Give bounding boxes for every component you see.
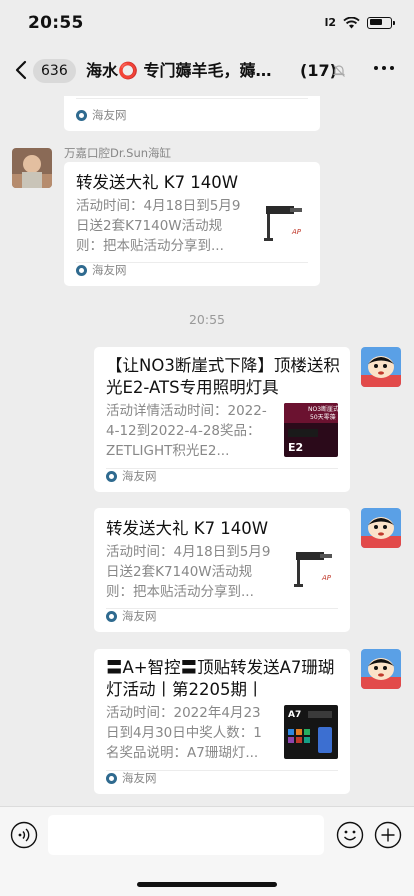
sender-name: 万嘉口腔Dr.Sun海缸 <box>64 146 172 160</box>
haiyou-logo-icon <box>76 264 87 276</box>
card-description: 活动时间：4月18日到5月9日送2套K7140W活动规则：把本贴活动分享到... <box>106 544 271 600</box>
card-description: 活动详情活动时间：2022-4-12到2022-4-28奖品：ZETLIGHT积… <box>106 403 267 459</box>
chat-header: 636 海水⭕ 专门薅羊毛，薅… (17) <box>0 46 414 96</box>
svg-text:AP: AP <box>291 228 302 236</box>
card-thumbnail: AP <box>256 198 310 252</box>
wifi-icon <box>343 16 360 28</box>
card-description: 活动时间：2022年4月23日到4月30日中奖人数：1名奖品说明：A7珊瑚灯..… <box>106 705 262 761</box>
link-card[interactable]: 〓A+智控〓顶贴转发送A7珊瑚灯活动丨第2205期丨 活动时间：2022年4月2… <box>94 649 350 794</box>
avatar[interactable] <box>361 347 401 387</box>
card-description: 活动时间：4月18日到5月9日送2套K7140W活动规则：把本贴活动分享到... <box>76 198 241 254</box>
link-card[interactable]: 海友网 <box>64 96 320 131</box>
card-thumbnail: NO3断崖式 50天零藻 E2 <box>284 403 338 457</box>
card-source: 海友网 <box>76 262 127 278</box>
home-indicator[interactable] <box>137 882 277 887</box>
thumb-caption-2: 50天零藻 <box>310 413 336 421</box>
link-card[interactable]: 转发送大礼 K7 140W 活动时间：4月18日到5月9日送2套K7140W活动… <box>94 508 350 632</box>
card-title: 〓A+智控〓顶贴转发送A7珊瑚灯活动丨第2205期丨 <box>106 658 335 699</box>
card-divider <box>76 98 308 99</box>
avatar[interactable] <box>361 649 401 689</box>
mute-icon <box>333 65 345 77</box>
plus-icon[interactable] <box>374 821 402 849</box>
link-card[interactable]: 转发送大礼 K7 140W 活动时间：4月18日到5月9日送2套K7140W活动… <box>64 162 320 286</box>
haiyou-logo-icon <box>106 470 117 482</box>
message-list[interactable]: 海友网 万嘉口腔Dr.Sun海缸 转发送大礼 K7 140W 活动时间：4月18… <box>0 96 414 806</box>
emoji-icon[interactable] <box>336 821 364 849</box>
chat-title: 海水⭕ 专门薅羊毛，薅… <box>86 61 272 80</box>
card-title: 转发送大礼 K7 140W <box>76 173 239 192</box>
haiyou-logo-icon <box>106 772 117 784</box>
card-source: 海友网 <box>106 608 157 624</box>
back-chevron-icon[interactable] <box>12 58 32 82</box>
card-title: 转发送大礼 K7 140W <box>106 519 269 538</box>
signal-label: l2 <box>324 16 336 29</box>
svg-text:AP: AP <box>321 574 332 582</box>
thumb-model: A7 <box>288 710 301 720</box>
link-card[interactable]: 【让NO3断崖式下降】顶楼送积光E2-ATS专用照明灯具 活动详情活动时间：20… <box>94 347 350 492</box>
haiyou-logo-icon <box>76 109 87 121</box>
time-separator: 20:55 <box>188 312 226 327</box>
card-source-label: 海友网 <box>92 263 127 277</box>
card-source-label: 海友网 <box>92 108 127 122</box>
card-source-label: 海友网 <box>122 609 157 623</box>
card-title: 【让NO3断崖式下降】顶楼送积光E2-ATS专用照明灯具 <box>106 356 340 397</box>
card-source: 海友网 <box>106 468 157 484</box>
thumb-caption-1: NO3断崖式 <box>308 405 338 413</box>
battery-icon <box>367 16 395 29</box>
more-icon[interactable] <box>374 66 394 70</box>
card-thumbnail: AP <box>286 544 340 598</box>
thumb-model: E2 <box>288 441 303 454</box>
haiyou-logo-icon <box>106 610 117 622</box>
card-thumbnail: A7 <box>284 705 338 759</box>
status-bar: 20:55 l2 <box>0 0 414 46</box>
avatar[interactable] <box>12 148 52 188</box>
status-time: 20:55 <box>28 13 84 33</box>
status-icons: l2 <box>324 16 395 29</box>
card-source-label: 海友网 <box>122 771 157 785</box>
unread-badge[interactable]: 636 <box>33 59 76 83</box>
message-input[interactable] <box>48 815 324 855</box>
card-source-label: 海友网 <box>122 469 157 483</box>
card-source: 海友网 <box>76 107 127 123</box>
avatar[interactable] <box>361 508 401 548</box>
card-source: 海友网 <box>106 770 157 786</box>
voice-icon[interactable] <box>10 821 38 849</box>
